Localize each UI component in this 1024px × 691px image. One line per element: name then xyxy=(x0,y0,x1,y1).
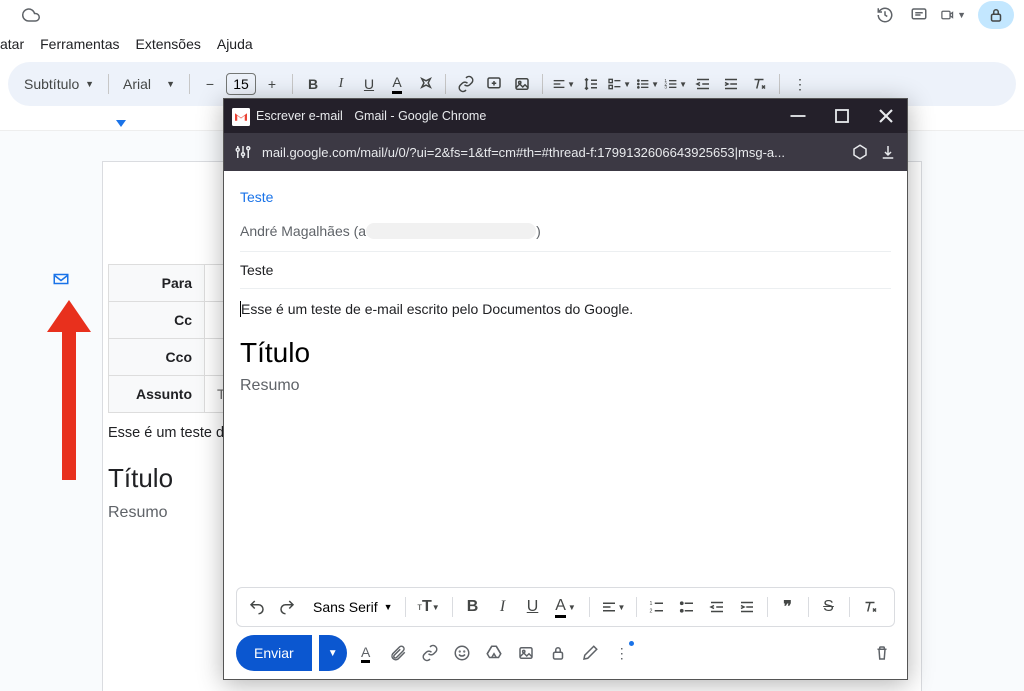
signature-icon[interactable] xyxy=(577,640,603,666)
compose-subtitle[interactable]: Resumo xyxy=(240,377,891,395)
url-text[interactable]: mail.google.com/mail/u/0/?ui=2&fs=1&tf=c… xyxy=(262,145,841,160)
compose-indent-more-icon[interactable] xyxy=(733,593,761,621)
line-spacing-icon[interactable] xyxy=(579,72,603,96)
compose-body-text[interactable]: Esse é um teste de e-mail escrito pelo D… xyxy=(240,301,891,317)
redo-icon[interactable] xyxy=(273,593,301,621)
compose-font-selector[interactable]: Sans Serif ▼ xyxy=(303,599,399,615)
attach-icon[interactable] xyxy=(385,640,411,666)
recipient-close: ) xyxy=(536,223,541,239)
font-selector[interactable]: Arial ▼ xyxy=(117,72,181,96)
font-size-increase[interactable]: + xyxy=(260,72,284,96)
site-settings-icon[interactable] xyxy=(234,143,252,161)
link-icon[interactable] xyxy=(454,72,478,96)
font-label: Arial xyxy=(123,76,151,92)
more-options-icon[interactable]: ⋮ xyxy=(609,640,635,666)
compose-clear-formatting-icon[interactable] xyxy=(856,593,884,621)
window-title-suffix: Gmail - Google Chrome xyxy=(354,109,486,123)
gmail-favicon-icon xyxy=(232,108,248,124)
window-close[interactable] xyxy=(873,103,899,129)
formatting-toolbar: Sans Serif ▼ тT ▼ B I U A▼ ▼ 12 xyxy=(236,587,895,627)
window-title-prefix: Escrever e-mail xyxy=(256,109,343,123)
clear-formatting-icon[interactable] xyxy=(747,72,771,96)
bold-icon[interactable]: B xyxy=(301,72,325,96)
menu-help[interactable]: Ajuda xyxy=(209,32,261,56)
gmail-draft-marker-icon[interactable] xyxy=(52,270,76,294)
compose-align-icon[interactable]: ▼ xyxy=(596,593,630,621)
font-size-control: − 15 + xyxy=(198,72,284,96)
video-icon[interactable]: ▼ xyxy=(940,2,966,28)
window-maximize[interactable] xyxy=(829,103,855,129)
compose-italic-icon[interactable]: I xyxy=(489,593,517,621)
compose-text-color-icon[interactable]: A▼ xyxy=(549,593,583,621)
chrome-titlebar[interactable]: Escrever e-mail Gmail - Google Chrome xyxy=(224,99,907,133)
send-options-button[interactable]: ▼ xyxy=(319,635,347,671)
compose-underline-icon[interactable]: U xyxy=(519,593,547,621)
menu-format[interactable]: atar xyxy=(0,32,32,56)
text-color-icon[interactable]: A xyxy=(385,72,409,96)
insert-image-icon[interactable] xyxy=(510,72,534,96)
chrome-addressbar[interactable]: mail.google.com/mail/u/0/?ui=2&fs=1&tf=c… xyxy=(224,133,907,171)
annotation-arrow xyxy=(45,300,85,480)
cc-label: Cc xyxy=(109,302,205,339)
indent-decrease-icon[interactable] xyxy=(691,72,715,96)
redacted-email xyxy=(366,223,536,239)
compose-numbered-list-icon[interactable]: 12 xyxy=(643,593,671,621)
drive-icon[interactable] xyxy=(481,640,507,666)
compose-top-subject[interactable]: Teste xyxy=(240,183,891,211)
compose-bullet-list-icon[interactable] xyxy=(673,593,701,621)
style-label: Subtítulo xyxy=(24,76,79,92)
chrome-popup-window: Escrever e-mail Gmail - Google Chrome ma… xyxy=(223,98,908,680)
svg-text:1: 1 xyxy=(649,601,652,607)
italic-icon[interactable]: I xyxy=(329,72,353,96)
paragraph-style-selector[interactable]: Subtítulo ▼ xyxy=(18,72,100,96)
menu-tools[interactable]: Ferramentas xyxy=(32,32,127,56)
menu-extensions[interactable]: Extensões xyxy=(127,32,208,56)
to-label: Para xyxy=(109,265,205,302)
font-size-value[interactable]: 15 xyxy=(226,73,256,95)
recipient-name: André Magalhães (a xyxy=(240,223,366,239)
compose-font-label: Sans Serif xyxy=(313,599,378,615)
font-size-decrease[interactable]: − xyxy=(198,72,222,96)
undo-icon[interactable] xyxy=(243,593,271,621)
font-size-icon[interactable]: тT ▼ xyxy=(412,593,446,621)
underline-icon[interactable]: U xyxy=(357,72,381,96)
insert-photo-icon[interactable] xyxy=(513,640,539,666)
comment-icon[interactable] xyxy=(906,2,932,28)
extension-icon[interactable] xyxy=(851,143,869,161)
compose-title[interactable]: Título xyxy=(240,337,891,369)
insert-link-icon[interactable] xyxy=(417,640,443,666)
compose-subject-row[interactable]: Teste xyxy=(240,252,891,289)
compose-recipient-row[interactable]: André Magalhães (a ) xyxy=(240,211,891,252)
indent-increase-icon[interactable] xyxy=(719,72,743,96)
window-minimize[interactable] xyxy=(785,103,811,129)
cloud-icon xyxy=(18,2,44,28)
subject-label: Assunto xyxy=(109,376,205,413)
svg-text:2: 2 xyxy=(649,608,652,614)
text-format-icon[interactable]: A xyxy=(353,640,379,666)
discard-draft-icon[interactable] xyxy=(869,640,895,666)
numbered-list-icon[interactable]: 123 ▼ xyxy=(663,72,687,96)
add-comment-icon[interactable] xyxy=(482,72,506,96)
checklist-icon[interactable]: ▼ xyxy=(607,72,631,96)
history-icon[interactable] xyxy=(872,2,898,28)
send-button[interactable]: Enviar xyxy=(236,635,312,671)
bcc-label: Cco xyxy=(109,339,205,376)
bullet-list-icon[interactable]: ▼ xyxy=(635,72,659,96)
compose-bold-icon[interactable]: B xyxy=(459,593,487,621)
compose-quote-icon[interactable]: ❞ xyxy=(774,593,802,621)
compose-strikethrough-icon[interactable]: S xyxy=(815,593,843,621)
align-icon[interactable]: ▼ xyxy=(551,72,575,96)
compose-body[interactable]: Esse é um teste de e-mail escrito pelo D… xyxy=(224,289,907,587)
svg-text:3: 3 xyxy=(664,85,667,90)
highlight-icon[interactable] xyxy=(413,72,437,96)
lock-button[interactable] xyxy=(978,1,1014,29)
download-icon[interactable] xyxy=(879,143,897,161)
emoji-icon[interactable] xyxy=(449,640,475,666)
compose-indent-less-icon[interactable] xyxy=(703,593,731,621)
more-icon[interactable]: ⋮ xyxy=(788,72,812,96)
confidential-icon[interactable] xyxy=(545,640,571,666)
